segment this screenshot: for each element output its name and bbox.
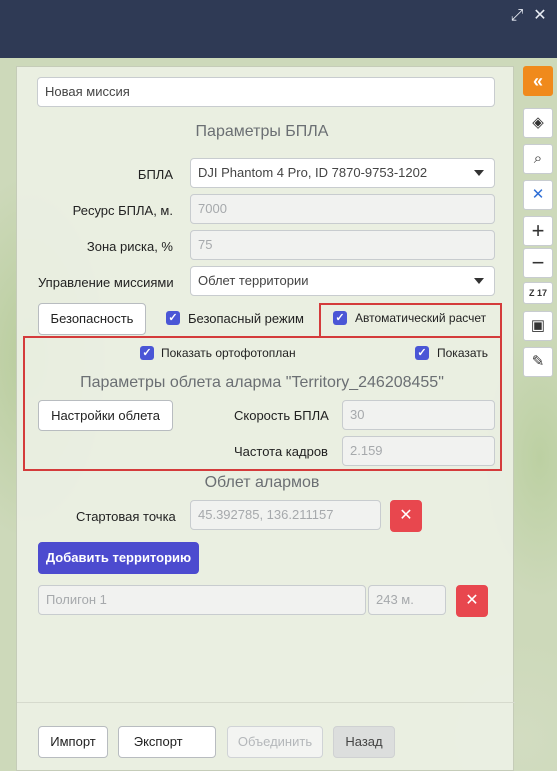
speed-label: Скорость БПЛА xyxy=(234,408,329,423)
close-icon: ✕ xyxy=(465,592,479,609)
chevron-down-icon xyxy=(474,170,484,176)
zoom-level-indicator: Z 17 xyxy=(523,282,553,304)
uav-params-title: Параметры БПЛА xyxy=(195,123,329,140)
window-title-bar: ⤢ ✕ xyxy=(0,0,557,58)
speed-field[interactable]: 30 xyxy=(342,400,495,430)
save-icon[interactable]: ▣ xyxy=(523,311,553,341)
risk-label: Зона риска, % xyxy=(86,239,173,254)
mission-name-input[interactable]: Новая миссия xyxy=(37,77,495,107)
uav-select-value: DJI Phantom 4 Pro, ID 7870-9753-1202 xyxy=(198,165,428,180)
polygon-length-field[interactable]: 243 м. xyxy=(368,585,446,615)
collapse-panel-button[interactable]: « xyxy=(523,66,553,96)
safety-button[interactable]: Безопасность xyxy=(38,303,146,335)
drone-icon[interactable]: ✕ xyxy=(523,180,553,210)
start-point-label: Стартовая точка xyxy=(76,509,176,524)
wrench-icon[interactable]: ✎ xyxy=(523,347,553,377)
remove-polygon-button[interactable]: ✕ xyxy=(456,585,488,617)
show-label: Показать xyxy=(437,346,489,360)
flight-settings-button[interactable]: Настройки облета xyxy=(38,400,173,431)
fps-label: Частота кадров xyxy=(234,444,328,459)
chevron-down-icon xyxy=(474,278,484,284)
layers-icon[interactable]: ◈ xyxy=(523,108,553,138)
export-button[interactable]: Экспорт xyxy=(118,726,216,758)
mission-panel: Новая миссия Параметры БПЛА БПЛА DJI Pha… xyxy=(16,66,515,771)
add-territory-button[interactable]: Добавить территорию xyxy=(38,542,199,574)
footer-divider xyxy=(17,702,515,703)
resource-field[interactable]: 7000 xyxy=(190,194,495,224)
show-ortho-checkbox[interactable]: ✓ xyxy=(140,346,154,360)
start-point-field[interactable]: 45.392785, 136.211157 xyxy=(190,500,381,530)
alarm-flight-title: Облет алармов xyxy=(204,474,320,491)
remove-start-button[interactable]: ✕ xyxy=(390,500,422,532)
control-select[interactable]: Облет территории xyxy=(190,266,495,296)
resource-label: Ресурс БПЛА, м. xyxy=(72,203,173,218)
export-button-label: Экспорт xyxy=(133,734,183,749)
polygon-name-field[interactable]: Полигон 1 xyxy=(38,585,366,615)
alarm-params-title: Параметры облета аларма "Territory_24620… xyxy=(80,374,444,391)
alarm-params-highlight-top xyxy=(23,336,321,338)
auto-calc-label: Автоматический расчет xyxy=(355,311,487,325)
uav-select[interactable]: DJI Phantom 4 Pro, ID 7870-9753-1202 xyxy=(190,158,495,188)
merge-button[interactable]: Объединить xyxy=(227,726,323,758)
expand-icon[interactable]: ⤢ xyxy=(507,6,527,26)
show-ortho-label: Показать ортофотоплан xyxy=(161,346,296,360)
fps-field[interactable]: 2.159 xyxy=(342,436,495,466)
auto-calc-checkbox[interactable]: ✓ xyxy=(333,311,347,325)
uav-label: БПЛА xyxy=(137,167,173,182)
close-icon[interactable]: ✕ xyxy=(530,6,550,26)
search-icon[interactable]: ⌕ xyxy=(523,144,553,174)
zoom-out-button[interactable]: − xyxy=(523,248,553,278)
chevron-down-icon xyxy=(192,739,201,746)
zoom-in-button[interactable]: + xyxy=(523,216,553,246)
show-checkbox[interactable]: ✓ xyxy=(415,346,429,360)
control-label: Управление миссиями xyxy=(38,275,174,290)
control-select-value: Облет территории xyxy=(198,273,309,288)
safe-mode-checkbox[interactable]: ✓ xyxy=(166,311,180,325)
close-icon: ✕ xyxy=(399,507,413,524)
risk-field[interactable]: 75 xyxy=(190,230,495,260)
safe-mode-label: Безопасный режим xyxy=(188,311,304,326)
import-button[interactable]: Импорт xyxy=(38,726,108,758)
back-button[interactable]: Назад xyxy=(333,726,395,758)
